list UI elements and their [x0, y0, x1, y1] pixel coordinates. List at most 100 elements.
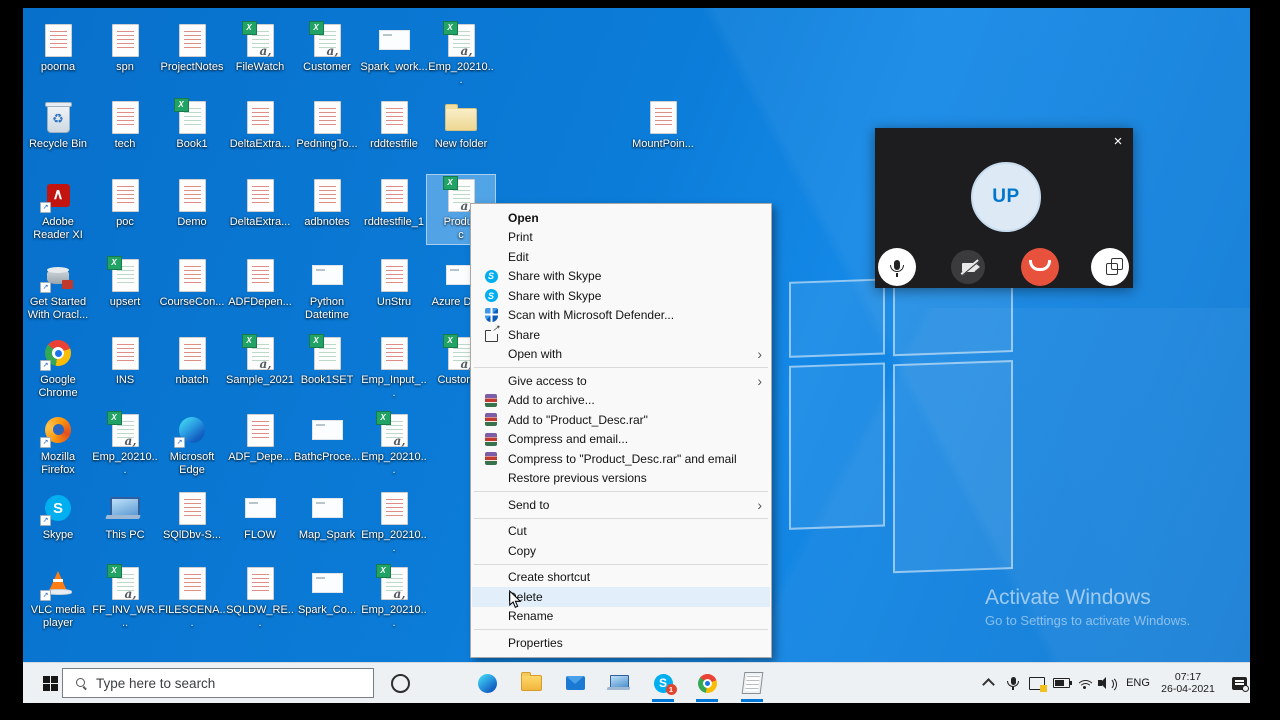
tray-battery[interactable] — [1050, 663, 1072, 703]
context-menu-item-scan-with-microsoft-defender[interactable]: Scan with Microsoft Defender... — [472, 306, 770, 326]
desktop-icon-deltaextra[interactable]: DeltaExtra... — [226, 175, 294, 231]
desktop-icon-rddtestfile-1[interactable]: rddtestfile_1 — [360, 175, 428, 231]
icon-art — [306, 177, 348, 213]
desktop-icon-spn[interactable]: spn — [91, 20, 159, 76]
doc-icon — [649, 100, 677, 134]
desktop-icon-sqldw-re[interactable]: SQLDW_RE... — [226, 563, 294, 632]
desktop-icon-mozilla-firefox[interactable]: Mozilla Firefox — [24, 410, 92, 479]
context-menu-item-give-access-to[interactable]: Give access to › — [472, 371, 770, 391]
tray-microphone[interactable] — [1003, 663, 1023, 703]
desktop-icon-pedningto[interactable]: PedningTo... — [293, 97, 361, 153]
desktop-icon-vlc-media-player[interactable]: VLC media player — [24, 563, 92, 632]
desktop-icon-label: nbatch — [175, 374, 209, 386]
desktop-icon-book1set[interactable]: X Book1SET — [293, 333, 361, 389]
language-indicator[interactable]: ENG — [1121, 663, 1155, 703]
tray-expand-button[interactable] — [978, 663, 998, 703]
desktop-icon-projectnotes[interactable]: ProjectNotes — [158, 20, 226, 76]
skype-taskbar-button[interactable]: S1 — [645, 663, 681, 703]
context-menu-item-share[interactable]: Share — [472, 323, 770, 345]
end-call-button[interactable] — [1021, 248, 1059, 286]
desktop-icon-google-chrome[interactable]: Google Chrome — [24, 333, 92, 402]
context-menu-item-share-with-skype[interactable]: S Share with Skype — [472, 286, 770, 306]
desktop-icon-skype[interactable]: Skype — [24, 488, 92, 544]
context-menu-item-compress-to-product-desc-rar-and-email[interactable]: Compress to "Product_Desc.rar" and email — [472, 449, 770, 469]
desktop-icon-coursecon[interactable]: CourseCon... — [158, 255, 226, 311]
desktop-icon-ff-inv-wr[interactable]: Xa, FF_INV_WR... — [91, 563, 159, 632]
desktop-icon-demo[interactable]: Demo — [158, 175, 226, 231]
desktop-icon-sqldbv-s[interactable]: SQlDbv-S... — [158, 488, 226, 544]
desktop-icon-new-folder[interactable]: New folder — [427, 97, 495, 153]
desktop-icon-adobe-reader-xi[interactable]: Adobe Reader XI — [24, 175, 92, 244]
desktop-icon-spark-work[interactable]: Spark_work... — [360, 20, 428, 76]
context-menu-item-add-to-archive[interactable]: Add to archive... — [472, 391, 770, 411]
desktop-icon-this-pc[interactable]: This PC — [91, 488, 159, 544]
context-menu-item-open[interactable]: Open — [472, 208, 770, 228]
desktop-icon-filewatch[interactable]: Xa, FileWatch — [226, 20, 294, 76]
laptop-taskbar-button[interactable] — [601, 663, 637, 703]
desktop-icon-emp-20210[interactable]: Xa, Emp_20210... — [427, 20, 495, 89]
desktop-icon-sample-2021[interactable]: Xa, Sample_2021 — [226, 333, 294, 389]
desktop-icon-tech[interactable]: tech — [91, 97, 159, 153]
desktop-icon-upsert[interactable]: Xupsert — [91, 255, 159, 311]
desktop-icon-emp-input[interactable]: Emp_Input_... — [360, 333, 428, 402]
desktop-icon-filescena[interactable]: FILESCENA... — [158, 563, 226, 632]
desktop-icon-adbnotes[interactable]: adbnotes — [293, 175, 361, 231]
task-view-taskbar-button[interactable] — [423, 663, 459, 703]
desktop-icon-map-spark[interactable]: Map_Spark — [293, 488, 361, 544]
search-input[interactable]: Type here to search — [62, 668, 374, 698]
csv-a-mark: a, — [259, 43, 272, 58]
desktop-icon-nbatch[interactable]: nbatch — [158, 333, 226, 389]
desktop-icon-get-started-with-oracl[interactable]: Get Started With Oracl... — [24, 255, 92, 324]
context-menu-item-properties[interactable]: Properties — [472, 633, 770, 653]
pop-out-button[interactable] — [1091, 248, 1129, 286]
desktop-icon-adf-depe[interactable]: ADF_Depe... — [226, 410, 294, 466]
clock[interactable]: 07:17 26-04-2021 — [1157, 663, 1219, 703]
chrome-taskbar-button[interactable] — [689, 663, 725, 703]
tray-volume[interactable] — [1095, 663, 1117, 703]
desktop-icon-recycle-bin[interactable]: Recycle Bin — [24, 97, 92, 153]
cortana-button[interactable] — [383, 663, 417, 703]
desktop-icon-mountpoin[interactable]: MountPoin... — [629, 97, 697, 153]
tray-display-settings[interactable] — [1026, 663, 1048, 703]
desktop-icon-ins[interactable]: INS — [91, 333, 159, 389]
desktop-icon-microsoft-edge[interactable]: Microsoft Edge — [158, 410, 226, 479]
edge-taskbar-button[interactable] — [469, 663, 505, 703]
context-menu-item-add-to-product-desc-rar[interactable]: Add to "Product_Desc.rar" — [472, 410, 770, 430]
desktop-icon-poorna[interactable]: poorna — [24, 20, 92, 76]
close-icon[interactable]: × — [1108, 131, 1128, 151]
desktop-icon-book1[interactable]: X Book1 — [158, 97, 226, 153]
context-menu-item-send-to[interactable]: Send to › — [472, 495, 770, 515]
context-menu-item-open-with[interactable]: Open with › — [472, 345, 770, 365]
context-menu-item-copy[interactable]: Copy — [472, 541, 770, 561]
context-menu-item-print[interactable]: Print — [472, 228, 770, 248]
desktop-icon-customer[interactable]: Xa, Customer — [293, 20, 361, 76]
desktop-icon-python-datetime[interactable]: Python Datetime — [293, 255, 361, 324]
context-menu-item-cut[interactable]: Cut — [472, 522, 770, 542]
doc-icon — [246, 258, 274, 292]
context-menu-item-create-shortcut[interactable]: Create shortcut — [472, 568, 770, 588]
desktop-icon-flow[interactable]: FLOW — [226, 488, 294, 544]
camera-off-button[interactable] — [951, 250, 985, 284]
desktop-icon-emp-20210[interactable]: Emp_20210... — [360, 488, 428, 557]
desktop-icon-unstru[interactable]: UnStru — [360, 255, 428, 311]
file-explorer-taskbar-button[interactable] — [513, 663, 549, 703]
action-center-button[interactable] — [1227, 663, 1250, 703]
context-menu-item-share-with-skype[interactable]: S Share with Skype — [472, 267, 770, 287]
tray-network[interactable] — [1073, 663, 1095, 703]
notepad-taskbar-button[interactable] — [734, 663, 770, 703]
context-menu-item-edit[interactable]: Edit — [472, 247, 770, 267]
context-menu-item-restore-previous-versions[interactable]: Restore previous versions — [472, 469, 770, 489]
desktop-icon-bathcproce[interactable]: BathcProce... — [293, 410, 361, 466]
desktop-icon-deltaextra[interactable]: DeltaExtra... — [226, 97, 294, 153]
context-menu-item-rename[interactable]: Rename — [472, 607, 770, 627]
desktop-icon-emp-20210[interactable]: Xa, Emp_20210... — [91, 410, 159, 479]
desktop-icon-adfdepen[interactable]: ADFDepen... — [226, 255, 294, 311]
microphone-button[interactable] — [878, 248, 916, 286]
desktop-icon-emp-20210[interactable]: Xa, Emp_20210... — [360, 410, 428, 479]
context-menu-item-compress-and-email[interactable]: Compress and email... — [472, 430, 770, 450]
desktop-icon-emp-20210[interactable]: Xa, Emp_20210... — [360, 563, 428, 632]
mail-taskbar-button[interactable] — [557, 663, 593, 703]
desktop-icon-spark-co[interactable]: Spark_Co... — [293, 563, 361, 619]
desktop-icon-rddtestfile[interactable]: rddtestfile — [360, 97, 428, 153]
desktop-icon-poc[interactable]: poc — [91, 175, 159, 231]
